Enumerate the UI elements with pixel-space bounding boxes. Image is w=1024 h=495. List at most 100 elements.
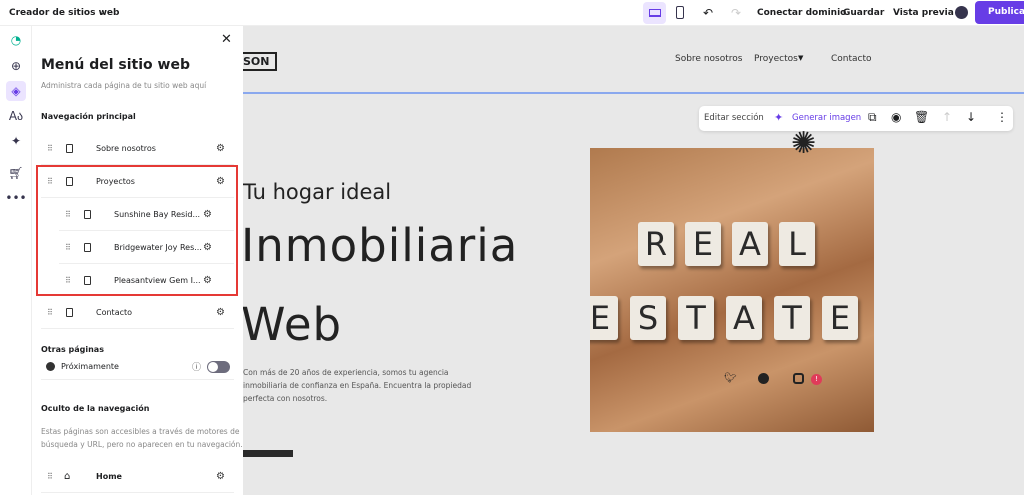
nav-item-sobre-nosotros[interactable]: ⠿ Sobre nosotros ⚙ — [41, 133, 234, 165]
close-icon[interactable]: ✕ — [221, 32, 232, 47]
hidden-description: búsqueda y URL, pero no aparecen en tu n… — [41, 440, 243, 449]
page-icon — [84, 210, 91, 219]
page-icon — [84, 275, 91, 285]
drag-handle-icon[interactable]: ⠿ — [47, 144, 53, 153]
connect-domain-button[interactable]: Conectar dominio — [757, 8, 846, 18]
cart-icon[interactable]: 🛒︎ — [6, 163, 26, 183]
hidden-description: Estas páginas son accesibles a través de… — [41, 427, 240, 436]
edit-section-button[interactable]: Editar sección — [704, 113, 764, 123]
panel-title: Menú del sitio web — [41, 57, 190, 73]
item-label: Sobre nosotros — [96, 144, 156, 153]
site-logo[interactable]: SON — [243, 52, 278, 71]
layers-icon[interactable]: ◈ — [6, 81, 26, 101]
laptop-icon — [648, 9, 661, 17]
drag-handle-icon[interactable]: ⠿ — [47, 177, 53, 186]
sunburst-graphic: ✺ — [791, 126, 817, 161]
main-nav-heading: Navegación principal — [41, 112, 136, 121]
page-icon — [66, 308, 73, 317]
letter-tile: A — [726, 296, 762, 340]
letter-tile: R — [638, 222, 674, 266]
add-icon[interactable]: ⊕ — [6, 56, 26, 76]
hero-subtitle[interactable]: Tu hogar ideal — [243, 180, 391, 204]
gear-icon[interactable]: ⚙ — [216, 176, 225, 187]
redo-icon[interactable]: ↷ — [731, 6, 741, 20]
facebook-icon[interactable] — [758, 373, 769, 384]
more-icon[interactable]: ••• — [5, 188, 26, 208]
other-pages-heading: Otras páginas — [41, 345, 104, 354]
desktop-view-button[interactable] — [643, 2, 666, 24]
drag-handle-icon[interactable]: ⠿ — [47, 472, 53, 481]
letter-tile: T — [774, 296, 810, 340]
hero-title-line1[interactable]: Inmobiliaria — [243, 219, 518, 272]
coming-soon-toggle[interactable] — [207, 360, 230, 373]
progress-icon[interactable]: ◔ — [6, 30, 26, 50]
more-vertical-icon[interactable]: ⋮ — [996, 110, 1008, 124]
globe-icon[interactable] — [955, 6, 968, 19]
site-nav-proyectos[interactable]: Proyectos — [754, 54, 798, 64]
gear-icon[interactable]: ⚙ — [203, 242, 212, 253]
site-nav-contacto[interactable]: Contacto — [831, 54, 872, 64]
gear-icon[interactable]: ⚙ — [216, 471, 225, 482]
nav-item-home[interactable]: ⠿ ⌂ Home ⚙ — [41, 461, 234, 493]
nav-subitem[interactable]: ⠿ Pleasantview Gem I... ⚙ — [59, 264, 234, 296]
nav-item-proyectos[interactable]: ⠿ Proyectos ⚙ — [41, 166, 234, 198]
gear-icon[interactable]: ⚙ — [216, 143, 225, 154]
hero-description[interactable]: perfecta con nosotros. — [243, 394, 327, 403]
nav-item-contacto[interactable]: ⠿ Contacto ⚙ — [41, 297, 234, 329]
trash-icon[interactable]: 🗑︎ — [914, 110, 929, 124]
icon-rail: ◔ ⊕ ◈ Aა ✦ 🛒︎ ••• — [0, 26, 32, 495]
save-button[interactable]: Guardar — [843, 8, 884, 18]
twitter-icon[interactable]: 🐦︎ — [724, 373, 737, 384]
letter-tile: T — [678, 296, 714, 340]
gear-icon[interactable]: ⚙ — [216, 307, 225, 318]
publish-button[interactable]: Publicar — [975, 1, 1024, 24]
drag-handle-icon[interactable]: ⠿ — [65, 276, 71, 285]
hero-title-line2[interactable]: Web — [243, 298, 342, 351]
ai-sparkle-icon[interactable]: ✦ — [6, 131, 26, 151]
info-icon[interactable]: ⓘ — [192, 360, 201, 373]
error-badge[interactable]: ! — [811, 374, 822, 385]
drag-handle-icon[interactable]: ⠿ — [47, 308, 53, 317]
gear-icon[interactable]: ⚙ — [203, 209, 212, 220]
real-estate-image[interactable]: REAL ESTATE — [590, 148, 874, 432]
move-up-icon[interactable]: ↑ — [942, 110, 952, 124]
gear-icon[interactable]: ⚙ — [203, 275, 212, 286]
panel-subtitle: Administra cada página de tu sitio web a… — [41, 81, 207, 90]
instagram-icon[interactable] — [793, 373, 804, 384]
move-down-icon[interactable]: ↓ — [966, 110, 976, 124]
generate-image-button[interactable]: Generar imagen — [792, 113, 861, 123]
hero-description[interactable]: inmobiliaria de confianza en España. Enc… — [243, 381, 471, 390]
item-label: Próximamente — [61, 362, 119, 371]
site-menu-panel: ✕ Menú del sitio web Administra cada pág… — [32, 26, 243, 495]
undo-icon[interactable]: ↶ — [703, 6, 713, 20]
drag-handle-icon[interactable]: ⠿ — [65, 243, 71, 252]
top-bar: Creador de sitios web ⌄ ↶ ↷ Conectar dom… — [0, 0, 1024, 26]
styles-icon[interactable]: Aა — [6, 106, 26, 126]
site-nav-sobre[interactable]: Sobre nosotros — [675, 54, 742, 64]
hero-description[interactable]: Con más de 20 años de experiencia, somos… — [243, 368, 449, 377]
mobile-view-button[interactable] — [676, 6, 684, 19]
drag-handle-icon[interactable]: ⠿ — [65, 210, 71, 219]
nav-subitem[interactable]: ⠿ Sunshine Bay Resid... ⚙ — [59, 199, 234, 231]
letter-tile: E — [822, 296, 858, 340]
page-icon — [66, 144, 73, 153]
item-label: Proyectos — [96, 177, 135, 186]
item-label: Pleasantview Gem I... — [114, 275, 201, 285]
globe-icon — [46, 362, 55, 371]
coming-soon-item[interactable]: Próximamente ⓘ — [41, 354, 234, 380]
hidden-heading: Oculto de la navegación — [41, 404, 150, 413]
caret-down-icon[interactable]: ▼ — [798, 54, 803, 62]
duplicate-icon[interactable]: ⧉ — [868, 110, 877, 125]
nav-subitem[interactable]: ⠿ Bridgewater Joy Res... ⚙ — [59, 232, 234, 264]
chevron-down-icon[interactable]: ⌄ — [98, 8, 106, 18]
sparkle-icon: ✦ — [774, 111, 784, 124]
letter-tile: A — [732, 222, 768, 266]
letter-tile: L — [779, 222, 815, 266]
eye-icon[interactable]: ◉ — [891, 110, 901, 124]
site-canvas: SON Sobre nosotros Proyectos ▼ Contacto … — [243, 26, 1024, 495]
preview-button[interactable]: Vista previa — [893, 8, 954, 18]
letter-tile: E — [590, 296, 618, 340]
section-toolbar: Editar sección ✦ Generar imagen ⧉ ◉ 🗑︎ ↑… — [699, 106, 1013, 131]
page-icon — [66, 177, 73, 186]
cta-button[interactable] — [243, 450, 293, 457]
